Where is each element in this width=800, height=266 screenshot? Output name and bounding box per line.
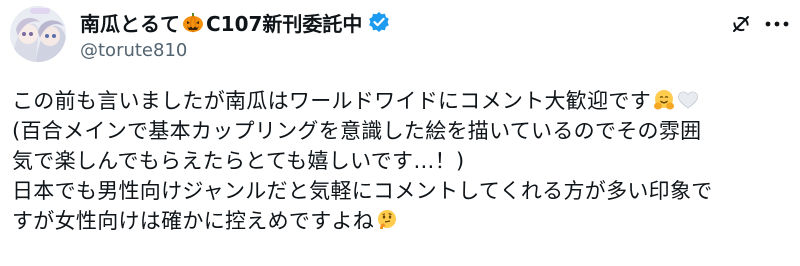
post-text-line: (百合メインで基本カップリングを意識した絵を描いているのでその雰囲 — [12, 119, 702, 143]
thinking-face-icon — [376, 209, 398, 231]
more-options-button[interactable] — [762, 10, 792, 38]
post-text-line: 日本でも男性向けジャンルだと気軽にコメントしてくれる方が多い印象で — [12, 179, 713, 203]
jack-o-lantern-icon — [182, 11, 204, 33]
more-options-icon — [765, 21, 789, 27]
hugging-face-icon — [653, 89, 675, 111]
post-text-line: この前も言いましたが南瓜はワールドワイドにコメント大歓迎です — [12, 86, 796, 116]
avatar-image — [10, 6, 66, 62]
display-name[interactable]: 南瓜とるて — [80, 8, 180, 37]
author-handle[interactable]: @torute810 — [80, 40, 187, 61]
grok-button[interactable] — [727, 10, 755, 38]
avatar[interactable] — [10, 6, 66, 62]
verified-badge-icon — [368, 11, 390, 33]
white-heart-icon — [677, 89, 699, 111]
display-name-suffix[interactable]: C107新刊委託中 — [206, 8, 362, 37]
grok-icon — [733, 16, 749, 32]
post-card: 南瓜とるて C107新刊委託中 @torute810 この前も言いましたが南瓜は… — [0, 0, 800, 266]
post-text-line: すが女性向けは確かに控えめですよね — [12, 206, 796, 236]
post-text-line: 気で楽しんでもらえたらとても嬉しいです…！) — [12, 149, 465, 173]
post-text-segment: すが女性向けは確かに控えめですよね — [12, 209, 375, 233]
author-name-row[interactable]: 南瓜とるて C107新刊委託中 — [80, 8, 390, 36]
post-text: この前も言いましたが南瓜はワールドワイドにコメント大歓迎です (百合メインで基本… — [12, 86, 796, 236]
post-text-segment: この前も言いましたが南瓜はワールドワイドにコメント大歓迎です — [12, 89, 651, 113]
